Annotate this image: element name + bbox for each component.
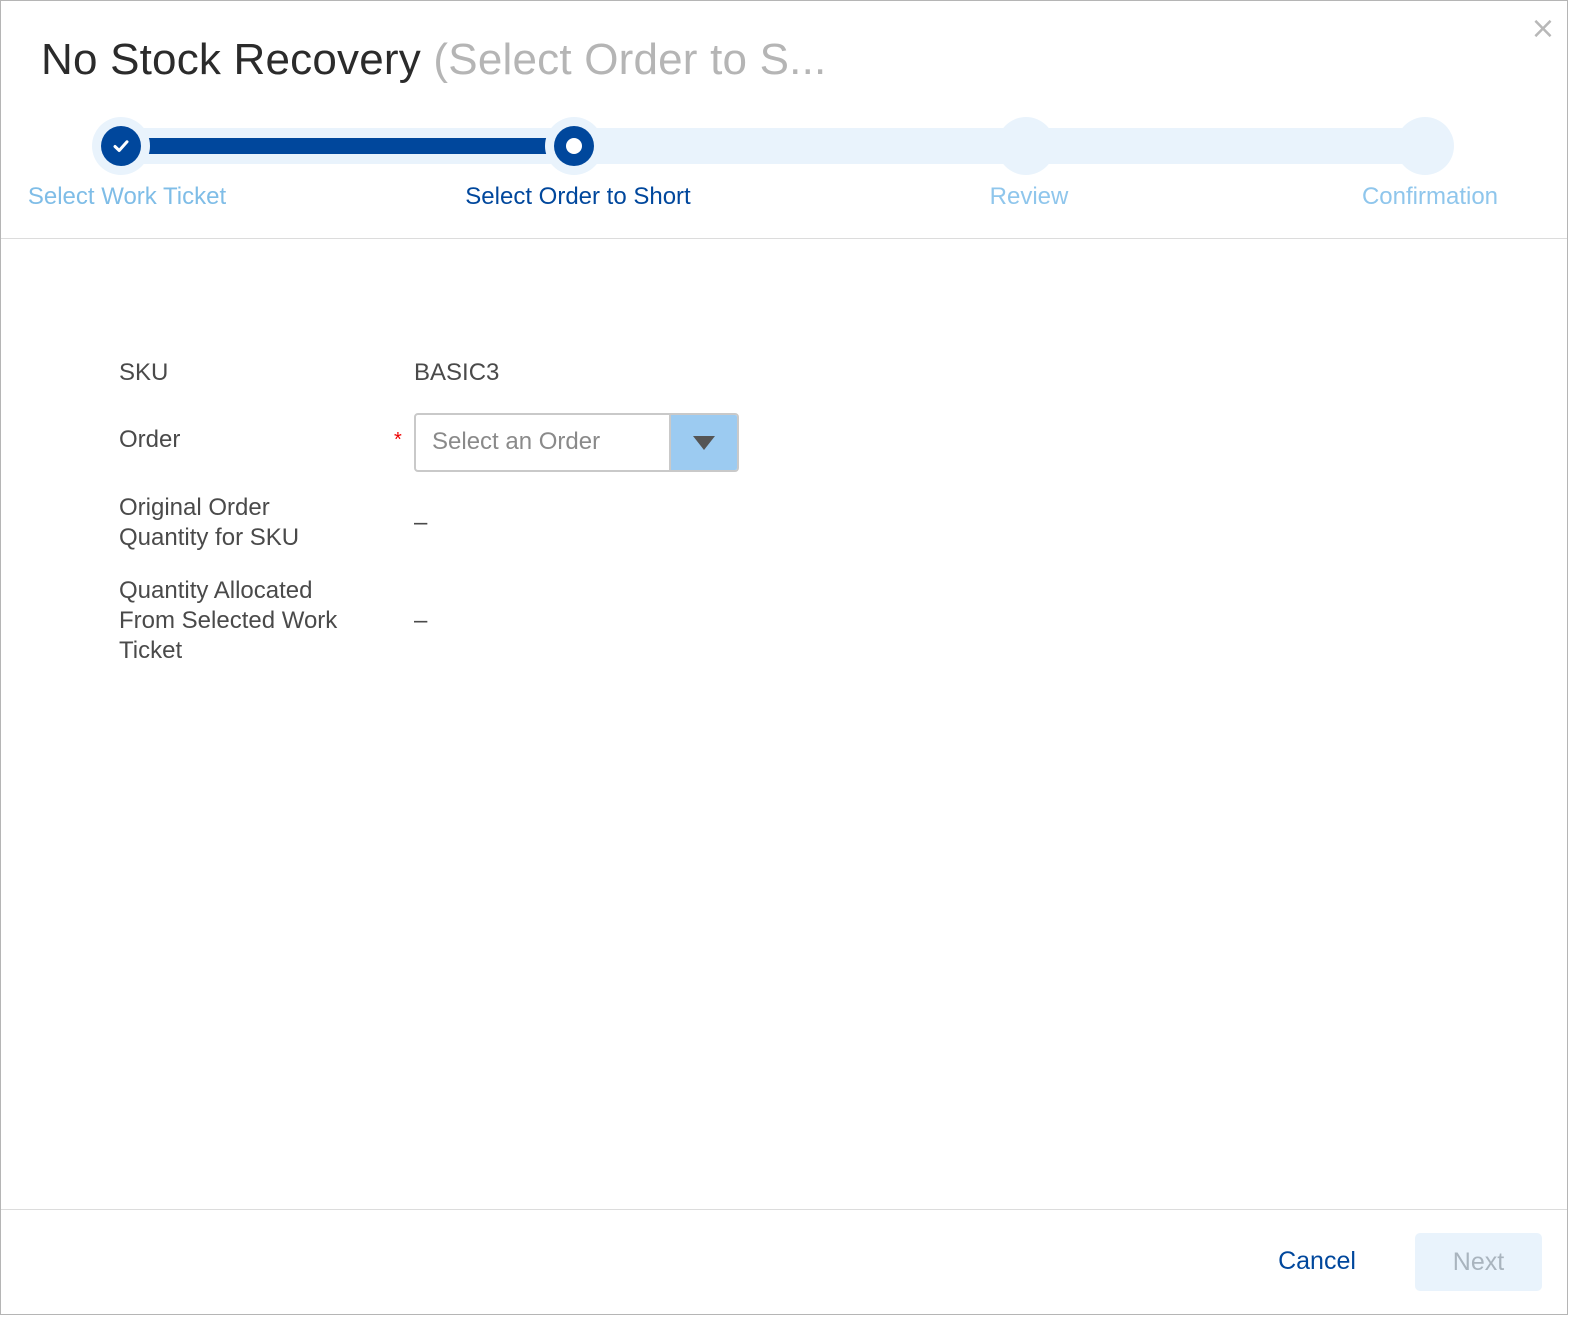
step-1-node <box>92 117 150 175</box>
footer-divider <box>1 1209 1567 1210</box>
original-order-quantity-label-line1: Original Order <box>119 494 270 521</box>
required-indicator: * <box>394 429 402 451</box>
step-label-select-order: Select Order to Short <box>465 183 691 210</box>
order-label: Order <box>119 426 181 453</box>
next-button[interactable]: Next <box>1415 1233 1542 1291</box>
checkmark-icon <box>101 126 141 166</box>
original-order-quantity-label: Original Order Quantity for SKU <box>119 493 299 553</box>
dialog-title: No Stock Recovery (Select Order to S... <box>41 35 826 91</box>
original-order-quantity-value: – <box>414 509 428 536</box>
step-3-node <box>997 117 1055 175</box>
order-select[interactable]: Select an Order <box>414 413 739 472</box>
quantity-allocated-label-line1: Quantity Allocated <box>119 577 313 604</box>
wizard-stepper: Select Work Ticket Select Order to Short… <box>1 111 1569 221</box>
caret-down-icon <box>693 435 715 450</box>
dialog-title-step: (Select Order to S... <box>433 35 827 84</box>
quantity-allocated-label: Quantity Allocated From Selected Work Ti… <box>119 576 337 666</box>
order-select-placeholder: Select an Order <box>432 428 601 455</box>
quantity-allocated-label-line3: Ticket <box>119 637 183 664</box>
step-2-node <box>545 117 603 175</box>
current-step-icon <box>554 126 594 166</box>
step-4-node <box>1396 117 1454 175</box>
step-label-select-work-ticket[interactable]: Select Work Ticket <box>28 183 226 211</box>
sku-label: SKU <box>119 359 169 386</box>
step-label-review: Review <box>989 183 1069 210</box>
header-divider <box>1 238 1567 239</box>
no-stock-recovery-dialog: × No Stock Recovery (Select Order to S..… <box>0 0 1568 1315</box>
order-select-toggle[interactable] <box>669 415 737 470</box>
sku-value: BASIC3 <box>414 359 500 386</box>
stepper-progress <box>121 138 574 154</box>
dialog-title-main: No Stock Recovery <box>41 35 421 84</box>
original-order-quantity-label-line2: Quantity for SKU <box>119 524 300 551</box>
quantity-allocated-value: – <box>414 607 428 634</box>
cancel-button[interactable]: Cancel <box>1265 1239 1369 1283</box>
close-icon[interactable]: × <box>1529 14 1557 44</box>
quantity-allocated-label-line2: From Selected Work <box>119 607 338 634</box>
step-label-confirmation: Confirmation <box>1361 183 1499 210</box>
